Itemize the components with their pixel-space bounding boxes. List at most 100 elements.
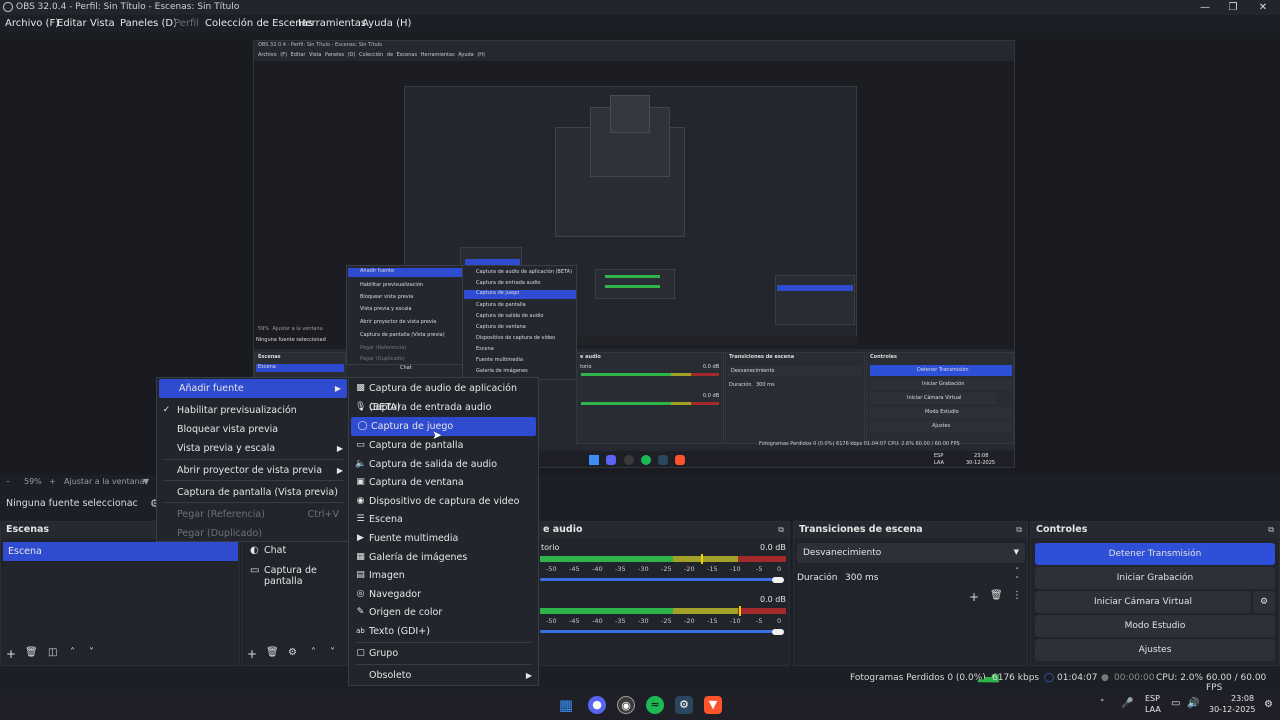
video-capture-device-item[interactable]: ◉ Dispositivo de captura de video — [349, 492, 538, 511]
source-down-icon[interactable]: ˅ — [330, 647, 335, 658]
paste-reference-item[interactable]: Pegar (Referencia) Ctrl+V — [157, 505, 349, 524]
settings-button[interactable]: Ajustes — [1035, 639, 1275, 661]
paste-duplicate-item[interactable]: Pegar (Duplicado) — [157, 524, 349, 543]
zoom-out-button[interactable]: – — [6, 477, 10, 486]
menu-coleccion[interactable]: Colección de Escenas — [205, 18, 313, 29]
list-icon: ☰ — [356, 514, 365, 524]
image-slideshow-item[interactable]: ▦ Galería de imágenes — [349, 548, 538, 567]
window-capture-item[interactable]: ▣ Captura de ventana — [349, 473, 538, 492]
windows-start-icon[interactable]: ▦ — [557, 696, 575, 714]
nested-zoom: 59% Ajustar a la ventana — [258, 326, 323, 332]
bitrate: 6176 kbps — [992, 673, 1040, 683]
volume-slider-1[interactable] — [772, 577, 784, 583]
lock-preview-item[interactable]: Bloquear vista previa — [157, 420, 349, 439]
start-recording-button[interactable]: Iniciar Grabación — [1035, 567, 1275, 589]
menu-paneles[interactable]: Paneles (D) — [120, 18, 177, 29]
transitions-dock: Transiciones de escena ⧉ Desvanecimiento … — [793, 521, 1028, 666]
add-transition-button[interactable]: + — [969, 590, 979, 604]
clock-time[interactable]: 23:08 — [1231, 694, 1254, 703]
media-source-item[interactable]: ▶ Fuente multimedia — [349, 529, 538, 548]
open-projector-item[interactable]: Abrir proyector de vista previa ▶ — [157, 461, 349, 480]
start-virtual-cam-button[interactable]: Iniciar Cámara Virtual — [1035, 591, 1251, 613]
color-source-item[interactable]: ✎ Origen de color — [349, 603, 538, 622]
image-icon: ▤ — [356, 570, 365, 580]
scene-source-item[interactable]: ☰ Escena — [349, 510, 538, 529]
dock-float-icon[interactable]: ⧉ — [1268, 522, 1274, 538]
menu-archivo[interactable]: Archivo (F) — [5, 18, 59, 29]
maximize-icon[interactable]: ❐ — [1218, 0, 1248, 15]
add-source-button[interactable]: + — [247, 647, 257, 661]
group-item[interactable]: ▢ Grupo — [349, 644, 538, 663]
zoom-in-button[interactable]: + — [49, 477, 56, 486]
audio-input-capture-item[interactable]: 🎙 Captura de entrada audio — [349, 398, 538, 417]
spin-up-icon: ˄ — [1015, 567, 1020, 575]
source-properties-icon[interactable]: ⚙ — [288, 647, 297, 658]
menu-herramientas[interactable]: Herramientas — [298, 18, 366, 29]
dock-float-icon[interactable]: ⧉ — [1016, 522, 1022, 538]
more-options-icon[interactable]: ⋮ — [1012, 590, 1022, 601]
stop-stream-button[interactable]: Detener Transmisión — [1035, 543, 1275, 565]
record-icon: ● — [1101, 673, 1109, 683]
language-indicator[interactable]: ESP — [1145, 694, 1160, 703]
title-bar: OBS 32.0.4 - Perfil: Sin Título - Escena… — [0, 0, 1280, 15]
virtual-cam-settings-icon[interactable]: ⚙ — [1253, 591, 1275, 613]
volume-slider-2[interactable] — [772, 629, 784, 635]
scene-item[interactable]: Escena — [3, 542, 238, 561]
studio-mode-button[interactable]: Modo Estudio — [1035, 615, 1275, 637]
remove-scene-icon[interactable]: 🗑 — [25, 647, 38, 658]
duration-input[interactable]: 300 ms ˄ ˅ — [839, 567, 1025, 587]
audio-db-2: 0.0 dB — [760, 595, 786, 604]
preview-context-menu: Añadir fuente ▶ ✓ Habilitar previsualizaci… — [156, 377, 350, 542]
stream-icon: ◯ — [1044, 673, 1055, 683]
nested-chat: Chat — [400, 365, 412, 371]
window-title: OBS 32.0.4 - Perfil: Sin Título - Escena… — [16, 2, 240, 12]
zoom-dropdown-icon[interactable]: ▼ — [143, 477, 149, 486]
dock-float-icon[interactable]: ⧉ — [778, 522, 784, 538]
minimize-icon[interactable]: — — [1190, 0, 1220, 15]
nested-controls-dock: Controles Detener Transmisión Iniciar Gr… — [866, 352, 1014, 444]
text-gdi-item[interactable]: ab Texto (GDI+) — [349, 622, 538, 641]
enable-preview-item[interactable]: ✓ Habilitar previsualización — [157, 401, 349, 420]
menu-editar[interactable]: Editar — [57, 18, 87, 29]
tray-chevron-icon[interactable]: ˄ — [1100, 699, 1105, 709]
menu-perfil[interactable]: Perfil — [174, 18, 199, 29]
speaker-icon: 🔈 — [355, 459, 367, 469]
add-scene-button[interactable]: + — [6, 647, 16, 661]
source-item-screen[interactable]: Captura de pantalla — [264, 565, 350, 587]
preview-scale-item[interactable]: Vista previa y escala ▶ — [157, 439, 349, 458]
deprecated-item[interactable]: Obsoleto ▶ — [349, 666, 538, 685]
app-audio-capture-item[interactable]: ▩ Captura de audio de aplicación (BETA) — [349, 379, 538, 413]
fit-window-button[interactable]: Ajustar a la ventana — [64, 477, 145, 486]
steam-icon[interactable]: ⚙ — [675, 696, 693, 714]
audio-output-capture-item[interactable]: 🔈 Captura de salida de audio — [349, 455, 538, 474]
stream-time: 01:04:07 — [1057, 673, 1098, 683]
obs-icon[interactable]: ◉ — [617, 696, 635, 714]
volume-icon[interactable]: 🔊 — [1187, 698, 1199, 709]
discord-icon[interactable]: ● — [588, 696, 606, 714]
transition-select[interactable]: Desvanecimiento ▼ — [797, 543, 1025, 563]
add-source-menu-item[interactable]: Añadir fuente ▶ — [159, 379, 347, 398]
screenshot-preview-item[interactable]: Captura de pantalla (Vista previa) — [157, 483, 349, 502]
remove-source-icon[interactable]: 🗑 — [266, 647, 279, 658]
menu-vista[interactable]: Vista — [90, 18, 115, 29]
source-item-chat[interactable]: Chat — [264, 545, 286, 556]
notification-icon[interactable]: ⚙ — [1264, 699, 1273, 710]
game-capture-item[interactable]: ◯ Captura de juego — [351, 417, 536, 436]
image-source-item[interactable]: ▤ Imagen — [349, 566, 538, 585]
mic-tray-icon[interactable]: 🎤 — [1121, 698, 1133, 709]
display-capture-item[interactable]: ▭ Captura de pantalla — [349, 436, 538, 455]
move-up-icon[interactable]: ˄ — [70, 647, 75, 658]
scene-filter-icon[interactable]: ◫ — [48, 647, 57, 658]
close-icon[interactable]: ✕ — [1248, 0, 1278, 15]
spotify-icon[interactable]: ≈ — [646, 696, 664, 714]
chat-source-icon: ◐ — [250, 545, 259, 556]
brave-icon[interactable]: ▼ — [704, 696, 722, 714]
network-icon[interactable]: ▭ — [1171, 698, 1180, 709]
remove-transition-icon[interactable]: 🗑 — [990, 590, 1003, 601]
menu-ayuda[interactable]: Ayuda (H) — [362, 18, 411, 29]
nested-no-source: Ninguna fuente seleccionad — [256, 337, 326, 343]
source-up-icon[interactable]: ˄ — [311, 647, 316, 658]
chevron-down-icon: ▼ — [1013, 548, 1019, 556]
browser-source-item[interactable]: ◎ Navegador — [349, 585, 538, 604]
move-down-icon[interactable]: ˅ — [89, 647, 94, 658]
